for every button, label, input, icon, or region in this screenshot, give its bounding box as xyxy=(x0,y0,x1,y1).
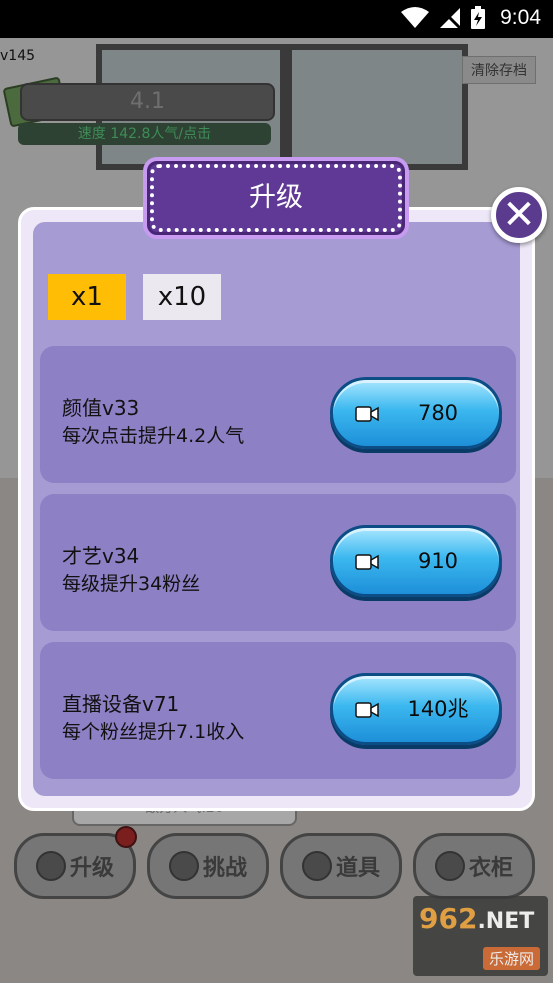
watermark-logo-text: 962.NET xyxy=(419,902,535,935)
arrow-up-icon xyxy=(35,851,66,881)
multiplier-x10-button[interactable]: x10 xyxy=(143,274,221,320)
upgrade-button[interactable]: 780 xyxy=(330,377,502,449)
status-bar: 9:04 xyxy=(0,0,553,38)
item-description: 每个粉丝提升7.1收入 xyxy=(62,721,245,743)
item-description: 每次点击提升4.2人气 xyxy=(62,425,245,447)
video-icon xyxy=(355,406,379,422)
tab-challenge[interactable]: 挑战 xyxy=(147,833,269,899)
item-description: 每级提升34粉丝 xyxy=(62,573,201,595)
tab-items-label: 道具 xyxy=(335,856,380,881)
upgrade-button[interactable]: 910 xyxy=(330,525,502,597)
version-label: v145 xyxy=(0,48,36,64)
room-window-right xyxy=(286,44,468,170)
watermark-logo-subtext: 乐游网 xyxy=(482,947,540,970)
dialog-title: 升级 xyxy=(249,182,303,213)
tab-upgrade-label: 升级 xyxy=(69,856,114,881)
clear-save-button[interactable]: 清除存档 xyxy=(462,56,536,84)
upgrade-price: 780 xyxy=(417,401,459,425)
battery-charging-icon xyxy=(471,6,485,29)
item-name: 才艺v34 xyxy=(62,544,140,568)
item-name: 颜值v33 xyxy=(62,396,140,420)
tab-wardrobe[interactable]: 衣柜 xyxy=(413,833,535,899)
score-display: 4.1 xyxy=(20,83,275,121)
video-icon xyxy=(355,702,379,718)
speed-display: 速度 142.8人气/点击 xyxy=(18,123,271,145)
clock-time: 9:04 xyxy=(500,6,541,29)
upgrade-item-card: 颜值v33 每次点击提升4.2人气 780 xyxy=(40,346,516,483)
tab-items[interactable]: 道具 xyxy=(280,833,402,899)
upgrade-price: 140兆 xyxy=(407,697,469,721)
wardrobe-icon xyxy=(434,851,465,881)
upgrade-price: 910 xyxy=(417,549,459,573)
tab-wardrobe-label: 衣柜 xyxy=(468,856,513,881)
close-button[interactable]: ✕ xyxy=(491,187,547,243)
sofa-icon xyxy=(301,851,332,881)
upgrade-button[interactable]: 140兆 xyxy=(330,673,502,745)
close-icon: ✕ xyxy=(502,192,536,238)
upgrade-item-card: 直播设备v71 每个粉丝提升7.1收入 140兆 xyxy=(40,642,516,779)
upgrade-item-card: 才艺v34 每级提升34粉丝 910 xyxy=(40,494,516,631)
dialog-title-plate: 升级 xyxy=(143,157,409,239)
gear-icon xyxy=(168,851,199,881)
multiplier-x1-button[interactable]: x1 xyxy=(48,274,126,320)
item-name: 直播设备v71 xyxy=(62,692,180,716)
signal-off-icon xyxy=(438,6,462,30)
tab-challenge-label: 挑战 xyxy=(202,856,247,881)
video-icon xyxy=(355,554,379,570)
notification-dot xyxy=(115,826,137,848)
site-watermark-logo: 962.NET 乐游网 xyxy=(413,896,548,976)
wifi-icon xyxy=(401,7,429,28)
